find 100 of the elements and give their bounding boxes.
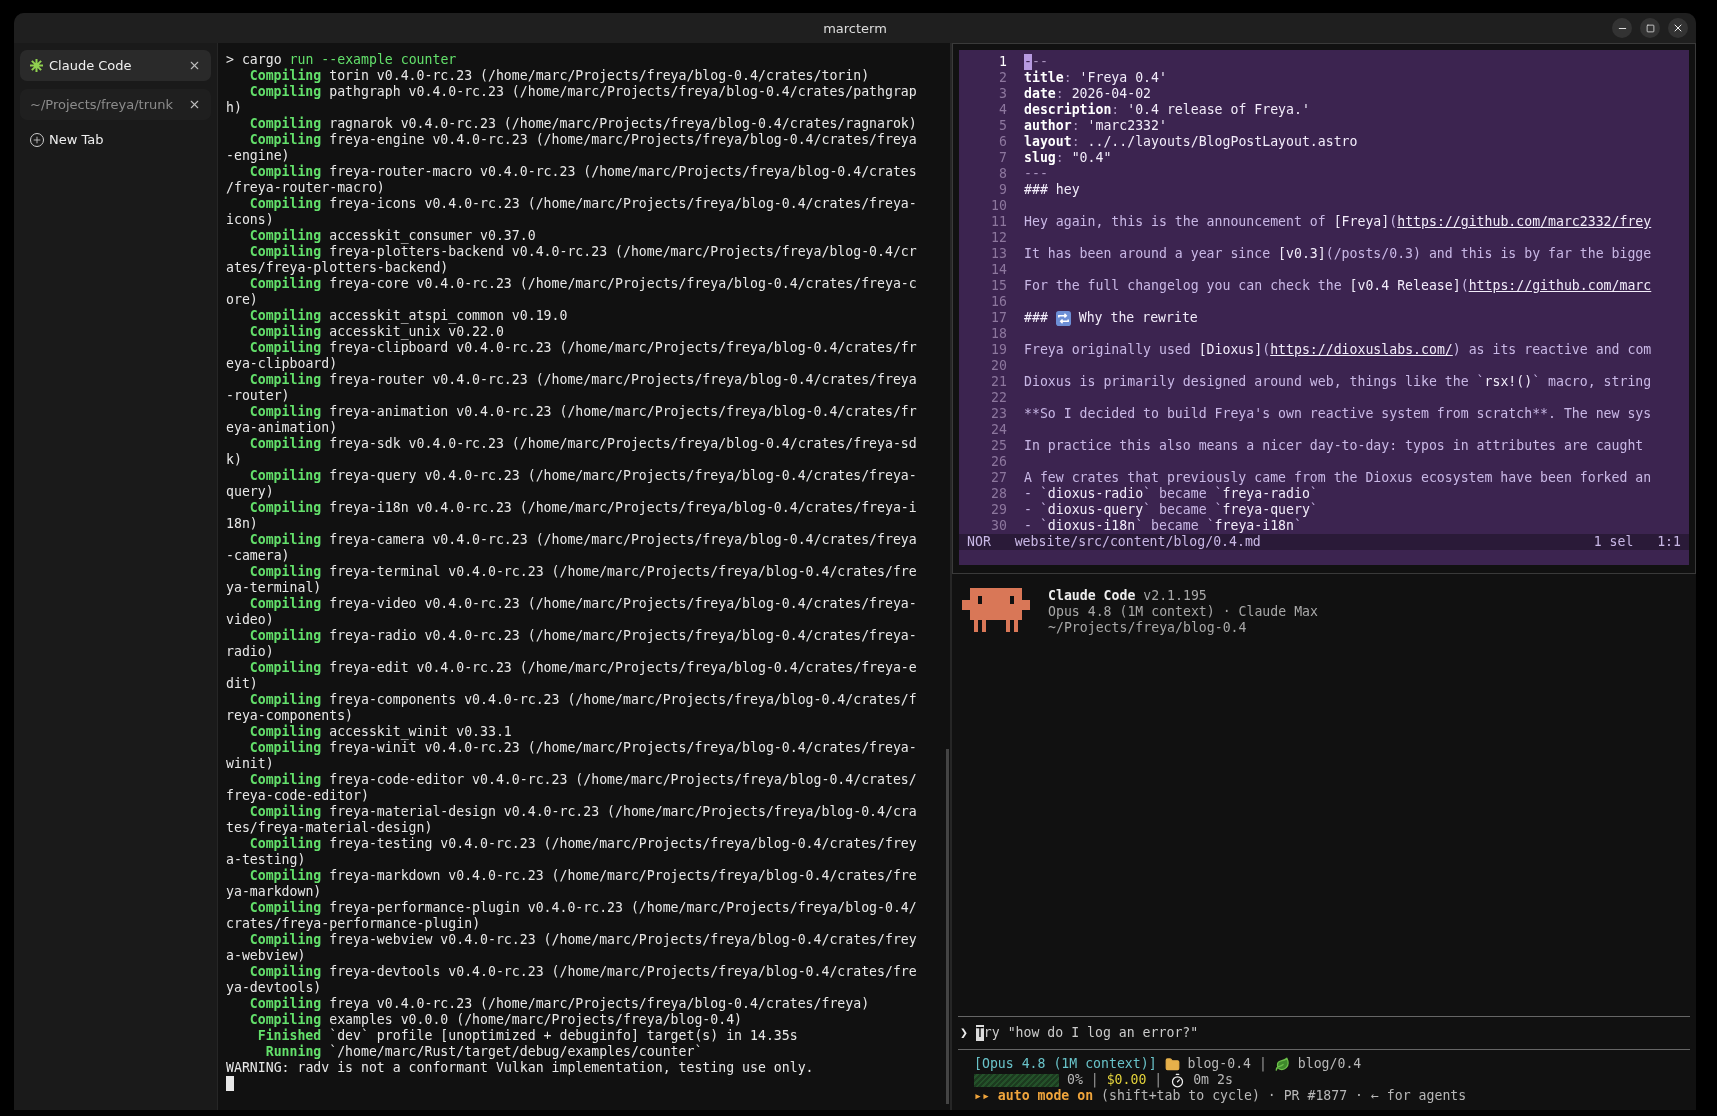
terminal-line: ore): [226, 292, 259, 308]
link[interactable]: https://github.com/marc: [1468, 278, 1652, 294]
status-text: |: [1258, 1056, 1267, 1072]
status-text: |: [1090, 1072, 1099, 1088]
code-line: ### hey: [1024, 182, 1081, 198]
terminal-line: Compiling freya-core v0.4.0-rc.23 (/home/marc/Projects/freya/blog-0.4/crates/freya-c: [248, 276, 918, 292]
pixel-creature-icon: [962, 588, 1030, 632]
line-number: 1: [998, 54, 1007, 70]
code-line: - `dioxus-radio` became `freya-radio`: [1024, 486, 1319, 502]
terminal-line: ya-devtools): [226, 980, 323, 996]
line-number: 3: [998, 86, 1007, 102]
code-text: ###: [1024, 310, 1048, 326]
status-text: $0.00: [1106, 1072, 1147, 1088]
app-version: Claude Code v2.1.195: [1048, 588, 1208, 604]
terminal-line: Compiling freya v0.4.0-rc.23 (/home/marc/Projects/freya/blog-0.4/crates/freya): [248, 996, 871, 1012]
line-number: 14: [990, 262, 1007, 278]
code-line: It has been around a year since [v0.3](/posts/0.3) and this is by far the bigge: [1024, 246, 1653, 262]
terminal-line: query): [226, 484, 275, 500]
terminal-line: ya-terminal): [226, 580, 323, 596]
terminal-line: Compiling freya-markdown v0.4.0-rc.23 (/home/marc/Projects/freya/blog-0.4/crates/fre: [248, 868, 918, 884]
terminal-line: Compiling accesskit_consumer v0.37.0: [248, 228, 537, 244]
terminal-line: Compiling freya-code-editor v0.4.0-rc.23 (/home/marc/Projects/freya/blog-0.4/crates/: [248, 772, 918, 788]
code-line: - `dioxus-i18n` became `freya-i18n`: [1024, 518, 1303, 534]
prompt-sign: ❯: [960, 1025, 968, 1041]
maximize-button[interactable]: [1640, 18, 1660, 38]
new-tab-button[interactable]: New Tab: [20, 128, 114, 151]
terminal-line: Compiling freya-animation v0.4.0-rc.23 (/home/marc/Projects/freya/blog-0.4/crates/fr: [248, 404, 918, 420]
terminal-line: Compiling freya-clipboard v0.4.0-rc.23 (/home/marc/Projects/freya/blog-0.4/crates/fr: [248, 340, 918, 356]
code-line: description: '0.4 release of Freya.': [1024, 102, 1311, 118]
status-text: [Opus 4.8 (1M context)]: [974, 1056, 1157, 1072]
line-number: 18: [990, 326, 1007, 342]
close-tab-button[interactable]: [188, 59, 201, 72]
terminal-line: Compiling freya-router v0.4.0-rc.23 (/home/marc/Projects/freya/blog-0.4/crates/freya: [248, 372, 918, 388]
terminal-line: Finished `dev` profile [unoptimized + debuginfo] target(s) in 14.35s: [256, 1028, 799, 1044]
close-tab-button[interactable]: [188, 98, 201, 111]
line-number: 8: [998, 166, 1007, 182]
sidebar-tab[interactable]: Claude Code: [20, 50, 211, 81]
line-number: 19: [990, 342, 1007, 358]
terminal-line: Compiling freya-terminal v0.4.0-rc.23 (/home/marc/Projects/freya/blog-0.4/crates/fre: [248, 564, 918, 580]
close-icon: [1672, 22, 1684, 34]
terminal-line: radio): [226, 644, 275, 660]
code-line: For the full changelog you can check the [v0.4 Release](https://github.com/marc: [1024, 278, 1653, 294]
terminal-line: Compiling freya-testing v0.4.0-rc.23 (/home/marc/Projects/freya/blog-0.4/crates/frey: [248, 836, 918, 852]
terminal-line: Compiling torin v0.4.0-rc.23 (/home/marc/Projects/freya/blog-0.4/crates/torin): [248, 68, 871, 84]
link[interactable]: https://dioxuslabs.com/: [1270, 342, 1453, 358]
status-text: blog/0.4: [1297, 1056, 1362, 1072]
line-number: 24: [990, 422, 1007, 438]
terminal-line: ates/freya-plotters-backend): [226, 260, 450, 276]
terminal-line: Compiling freya-plotters-backend v0.4.0-rc.23 (/home/marc/Projects/freya/blog-0.4/cr: [248, 244, 918, 260]
model-info: Opus 4.8 (1M context) · Claude Max: [1048, 604, 1318, 620]
terminal-line: Compiling freya-webview v0.4.0-rc.23 (/home/marc/Projects/freya/blog-0.4/crates/frey: [248, 932, 918, 948]
terminal-line: Compiling freya-query v0.4.0-rc.23 (/home/marc/Projects/freya/blog-0.4/crates/freya-: [248, 468, 918, 484]
code-line: **So I decided to build Freya's own reactive system from scratch**. The new sys: [1024, 406, 1653, 422]
terminal-line: Compiling ragnarok v0.4.0-rc.23 (/home/marc/Projects/freya/blog-0.4/crates/ragnarok): [248, 116, 918, 132]
line-number: 16: [990, 294, 1007, 310]
terminal-line: Compiling freya-components v0.4.0-rc.23 (/home/marc/Projects/freya/blog-0.4/crates/f: [248, 692, 918, 708]
line-number: 21: [990, 374, 1007, 390]
sidebar-tab[interactable]: ~/Projects/freya/trunk: [20, 89, 211, 120]
cursor-position: 1:1: [1657, 534, 1681, 550]
terminal-line: eya-clipboard): [226, 356, 339, 372]
link[interactable]: https://github.com/marc2332/frey: [1397, 214, 1652, 230]
terminal-line: ya-markdown): [226, 884, 323, 900]
terminal-line: Compiling freya-performance-plugin v0.4.0-rc.23 (/home/marc/Projects/freya/blog-0.4/: [248, 900, 918, 916]
line-number: 11: [990, 214, 1007, 230]
terminal-line: dit): [226, 676, 259, 692]
line-number: 20: [990, 358, 1007, 374]
status-text: |: [1154, 1072, 1163, 1088]
code-line: author: 'marc2332': [1024, 118, 1168, 134]
folder-icon: [1164, 1056, 1180, 1072]
code-line: date: 2026-04-02: [1024, 86, 1153, 102]
terminal-line: a-testing): [226, 852, 307, 868]
close-button[interactable]: [1668, 18, 1688, 38]
code-line: In practice this also means a nicer day-to-day: typos in attributes are caught: [1024, 438, 1645, 454]
terminal-line: Compiling accesskit_atspi_common v0.19.0: [248, 308, 569, 324]
terminal-line: Compiling examples v0.0.0 (/home/marc/Projects/freya/blog-0.4): [248, 1012, 744, 1028]
stopwatch-icon: [1170, 1072, 1186, 1088]
line-number: 17: [990, 310, 1007, 326]
line-number: 6: [998, 134, 1007, 150]
tab-label: Claude Code: [49, 58, 133, 73]
terminal-line: icons): [226, 212, 275, 228]
selection-count: 1 sel: [1593, 534, 1634, 550]
line-number: 13: [990, 246, 1007, 262]
terminal-line: Compiling freya-edit v0.4.0-rc.23 (/home/marc/Projects/freya/blog-0.4/crates/freya-e: [248, 660, 918, 676]
line-number: 15: [990, 278, 1007, 294]
line-number: 28: [990, 486, 1007, 502]
terminal-line: Compiling freya-icons v0.4.0-rc.23 (/home/marc/Projects/freya/blog-0.4/crates/freya-: [248, 196, 918, 212]
terminal-line: /freya-router-macro): [226, 180, 386, 196]
line-number: 4: [998, 102, 1007, 118]
terminal-line: -camera): [226, 548, 291, 564]
line-number: 22: [990, 390, 1007, 406]
line-number: 7: [998, 150, 1007, 166]
line-number: 29: [990, 502, 1007, 518]
close-icon: [188, 98, 201, 111]
terminal-line: WARNING: radv is not a conformant Vulkan implementation, testing use only.: [226, 1060, 815, 1076]
repeat-icon: [1055, 310, 1071, 326]
line-number: 2: [998, 70, 1007, 86]
status-text: 0m 2s: [1193, 1072, 1233, 1088]
terminal-line: Compiling freya-material-design v0.4.0-rc.23 (/home/marc/Projects/freya/blog-0.4/cra: [248, 804, 918, 820]
maximize-icon: [1645, 23, 1655, 33]
line-number: 26: [990, 454, 1007, 470]
